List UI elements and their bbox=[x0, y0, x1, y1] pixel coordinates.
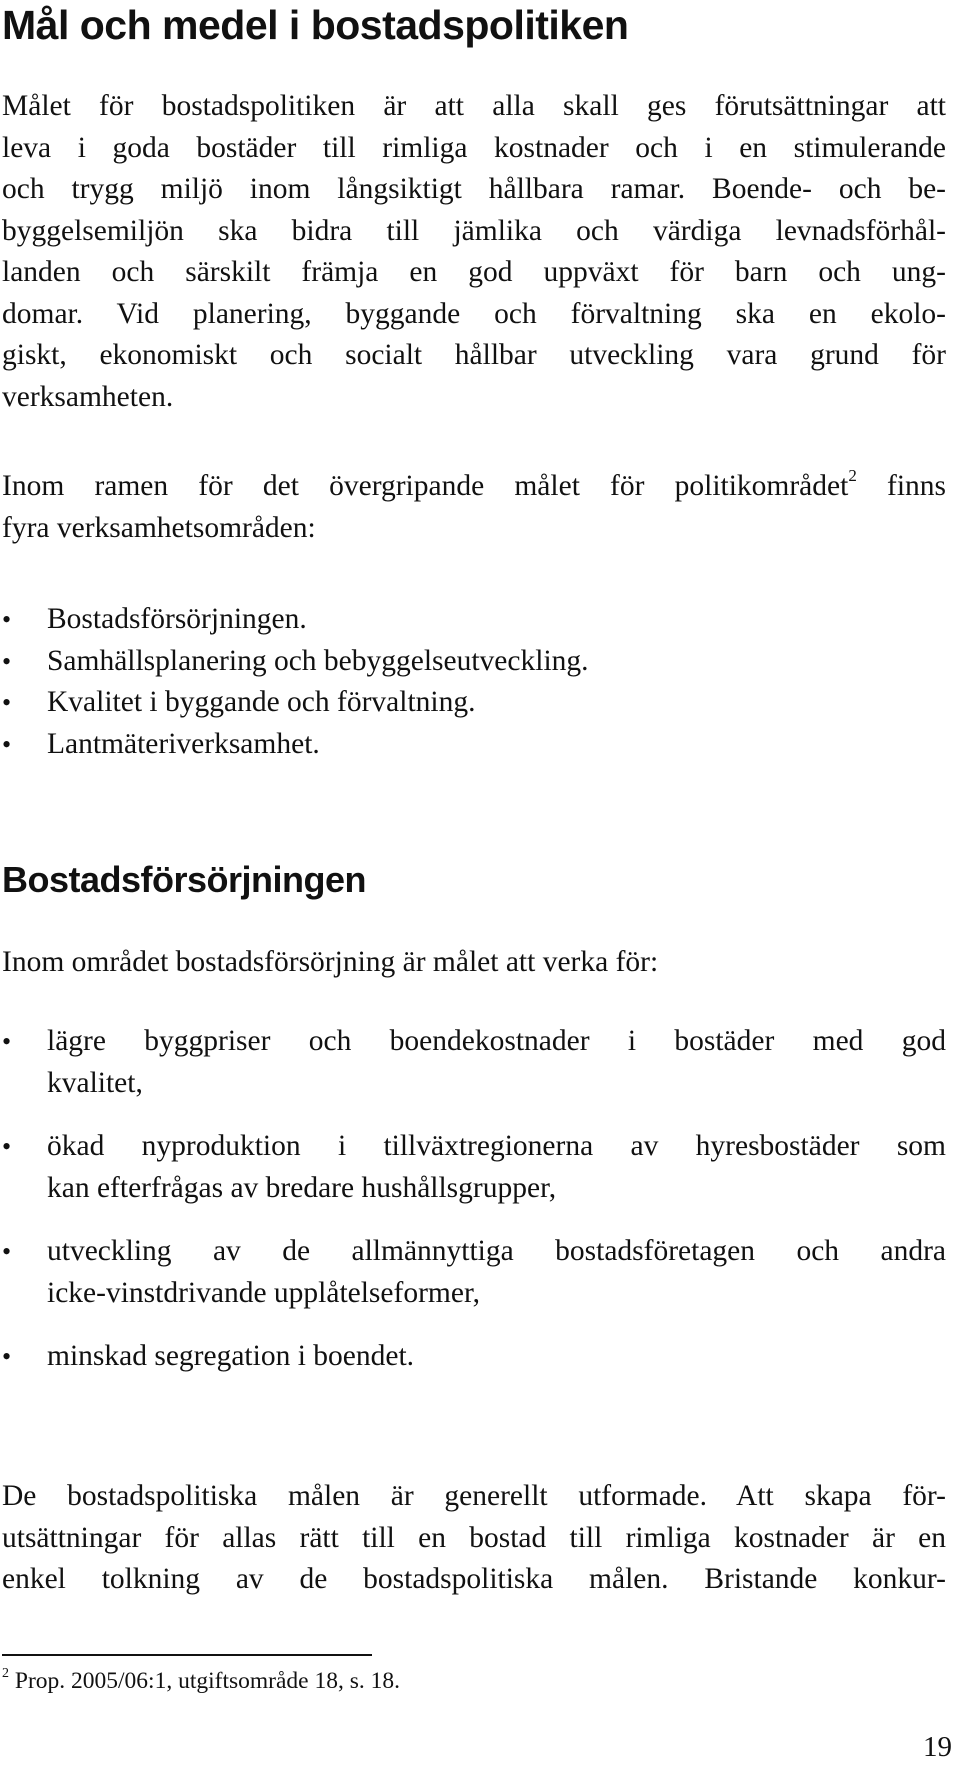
list-item-line: kan efterfrågas av bredare hushållsgrupp… bbox=[47, 1171, 557, 1204]
list-item-line: icke-vinstdrivande upplåtelseformer, bbox=[47, 1276, 480, 1309]
bullet-icon: • bbox=[2, 729, 12, 759]
bullet-icon: • bbox=[2, 1027, 12, 1056]
list-item: • utveckling av de allmännyttiga bostads… bbox=[0, 1231, 946, 1314]
paragraph-line: De bostadspolitiska målen är generellt u… bbox=[2, 1480, 946, 1512]
paragraph-line: verksamheten. bbox=[2, 380, 174, 413]
bullet-icon: • bbox=[2, 1237, 12, 1266]
list-item: • Bostadsförsörjningen. bbox=[0, 599, 946, 641]
paragraph-line: enkel tolkning av de bostadspolitiska må… bbox=[2, 1563, 946, 1595]
list-item-text: Bostadsförsörjningen. bbox=[47, 603, 307, 635]
paragraph-line: och trygg miljö inom långsiktigt hållbar… bbox=[2, 173, 946, 205]
areas-intro-text: Inom ramen för det övergripande målet fö… bbox=[2, 470, 849, 502]
paragraph-line: giskt, ekonomiskt och socialt hållbar ut… bbox=[2, 339, 946, 371]
list-item: • Kvalitet i byggande och förvaltning. bbox=[0, 682, 946, 724]
footnote: 2 Prop. 2005/06:1, utgiftsområde 18, s. … bbox=[2, 1666, 400, 1696]
footnote-separator bbox=[2, 1654, 372, 1656]
list-item-line: ökad nyproduktion i tillväxtregionerna a… bbox=[47, 1130, 946, 1162]
bullet-icon: • bbox=[2, 1342, 12, 1371]
list-item-text: Kvalitet i byggande och förvaltning. bbox=[47, 686, 476, 718]
paragraph-line: leva i goda bostäder till rimliga kostna… bbox=[2, 131, 946, 164]
paragraph-line: Inom ramen för det övergripande målet fö… bbox=[2, 466, 946, 508]
section-heading: Bostadsförsörjningen bbox=[2, 859, 367, 900]
paragraph-line: Målet för bostadspolitiken är att alla s… bbox=[2, 90, 946, 122]
list-item: • Samhällsplanering och bebyggelseutveck… bbox=[0, 641, 946, 683]
paragraph-line: fyra verksamhetsområden: bbox=[2, 511, 316, 544]
bullet-icon: • bbox=[2, 1132, 12, 1161]
list-item: • minskad segregation i boendet. bbox=[0, 1336, 946, 1378]
list-item-line: kvalitet, bbox=[47, 1066, 143, 1099]
main-heading: Mål och medel i bostadspolitiken bbox=[2, 2, 629, 48]
list-item-text: Lantmäteriverksamhet. bbox=[47, 727, 320, 760]
list-item-line: lägre byggpriser och boendekostnader i b… bbox=[47, 1025, 946, 1057]
bullet-icon: • bbox=[2, 605, 12, 634]
goals-list: • lägre byggpriser och boendekostnader i… bbox=[0, 1021, 946, 1378]
page-number: 19 bbox=[923, 1731, 952, 1763]
document-page: Mål och medel i bostadspolitiken Målet f… bbox=[0, 0, 960, 1771]
paragraph-line: byggelsemiljön ska bidra till jämlika oc… bbox=[2, 214, 946, 247]
list-item-line: utveckling av de allmännyttiga bostadsfö… bbox=[47, 1235, 946, 1267]
paragraph-line: utsättningar för allas rätt till en bost… bbox=[2, 1521, 946, 1554]
areas-intro-paragraph: Inom ramen för det övergripande målet fö… bbox=[2, 466, 946, 549]
footnote-text: Prop. 2005/06:1, utgiftsområde 18, s. 18… bbox=[9, 1668, 400, 1694]
list-item-text: Samhällsplanering och bebyggelseutveckli… bbox=[47, 644, 589, 677]
footnote-reference[interactable]: 2 bbox=[848, 466, 857, 485]
footnote-number: 2 bbox=[2, 1666, 9, 1682]
list-item: • Lantmäteriverksamhet. bbox=[0, 724, 946, 766]
bullet-icon: • bbox=[2, 646, 12, 676]
paragraph-line: domar. Vid planering, byggande och förva… bbox=[2, 297, 946, 330]
intro-paragraph: Målet för bostadspolitiken är att alla s… bbox=[2, 86, 946, 418]
section-intro: Inom området bostadsförsörjning är målet… bbox=[2, 942, 946, 984]
list-item: • lägre byggpriser och boendekostnader i… bbox=[0, 1021, 946, 1104]
list-item: • ökad nyproduktion i tillväxtregionerna… bbox=[0, 1126, 946, 1209]
paragraph-line: landen och särskilt främja en god uppväx… bbox=[2, 256, 946, 288]
closing-paragraph: De bostadspolitiska målen är generellt u… bbox=[2, 1476, 946, 1601]
areas-intro-text-end: finns bbox=[856, 470, 946, 502]
paragraph-line: Inom området bostadsförsörjning är målet… bbox=[2, 946, 659, 978]
bullet-icon: • bbox=[2, 688, 12, 717]
areas-list: • Bostadsförsörjningen. • Samhällsplaner… bbox=[0, 599, 946, 765]
list-item-line: minskad segregation i boendet. bbox=[47, 1340, 415, 1372]
